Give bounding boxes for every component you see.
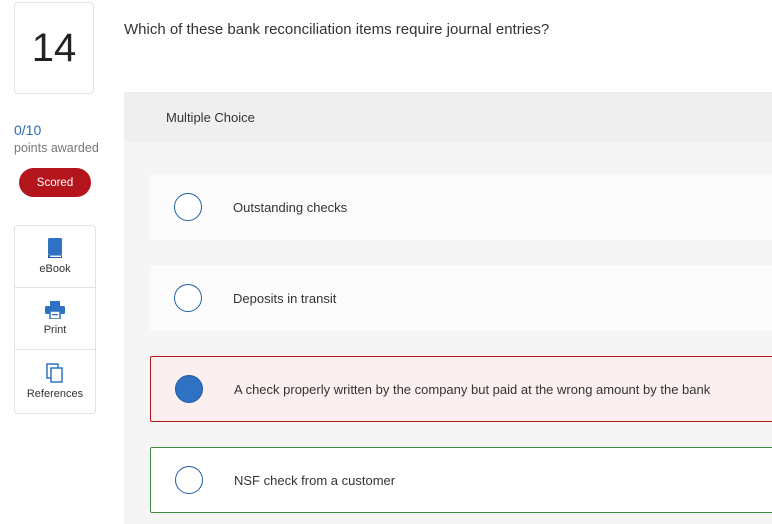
radio-button-selected[interactable] (175, 375, 203, 403)
print-label: Print (43, 324, 67, 336)
choice-label: A check properly written by the company … (234, 381, 711, 397)
ebook-button[interactable]: eBook (15, 226, 95, 288)
references-button[interactable]: References (15, 350, 95, 413)
question-type-text: Multiple Choice (166, 109, 255, 125)
choice-label: NSF check from a customer (234, 472, 396, 488)
question-number-box: 14 (14, 2, 94, 94)
documents-icon (46, 363, 63, 383)
points-label: points awarded (14, 141, 99, 155)
choice-label: Deposits in transit (233, 290, 337, 306)
choice-option[interactable]: Outstanding checks (150, 174, 772, 240)
points-score: 0/10 (14, 122, 42, 138)
scored-badge: Scored (19, 168, 91, 197)
choice-option-incorrect[interactable]: A check properly written by the company … (150, 356, 772, 422)
choice-label: Outstanding checks (233, 199, 348, 215)
book-icon (48, 238, 62, 258)
points-awarded: 0/10 points awarded (14, 122, 114, 157)
ebook-label: eBook (39, 263, 71, 275)
choice-option[interactable]: Deposits in transit (150, 265, 772, 331)
radio-button[interactable] (174, 284, 202, 312)
question-type-label: Multiple Choice (124, 92, 772, 142)
question-text: Which of these bank reconciliation items… (124, 21, 550, 38)
radio-button[interactable] (175, 466, 203, 494)
print-button[interactable]: Print (15, 288, 95, 350)
radio-button[interactable] (174, 193, 202, 221)
question-number: 14 (31, 25, 77, 70)
choice-option-correct[interactable]: NSF check from a customer (150, 447, 772, 513)
printer-icon (45, 301, 65, 319)
references-label: References (26, 388, 84, 400)
tools-panel: eBook Print References (14, 225, 96, 414)
